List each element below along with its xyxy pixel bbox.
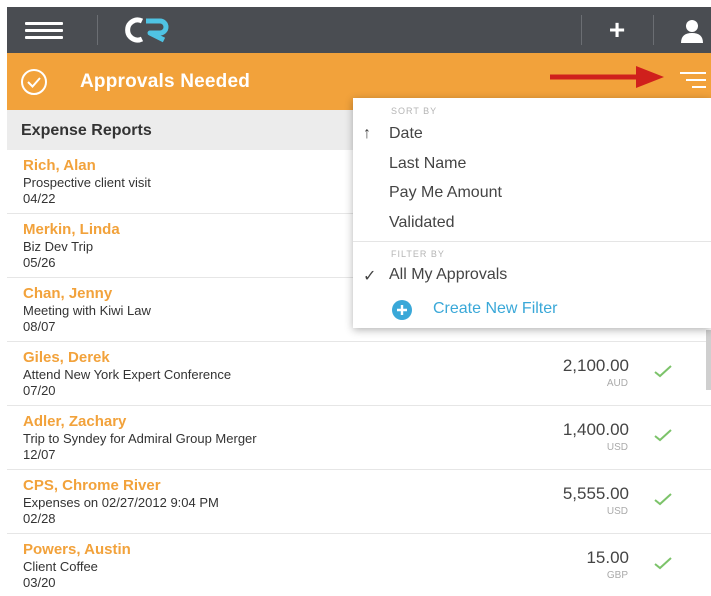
report-date: 04/22 <box>23 191 56 206</box>
expense-report-row[interactable]: CPS, Chrome River Expenses on 02/27/2012 … <box>7 470 711 534</box>
report-date: 03/20 <box>23 575 56 590</box>
sort-option-last-name[interactable]: Last Name <box>389 155 466 173</box>
report-description: Attend New York Expert Conference <box>23 367 232 382</box>
report-date: 08/07 <box>23 319 56 334</box>
report-date: 05/26 <box>23 255 56 270</box>
report-date: 12/07 <box>23 447 56 462</box>
report-description: Prospective client visit <box>23 175 151 190</box>
create-new-filter-link[interactable]: Create New Filter <box>433 300 557 318</box>
report-amount: 1,400.00 <box>562 420 629 439</box>
checkmark-icon: ✓ <box>363 268 377 285</box>
report-amount: 5,555.00 <box>562 484 629 503</box>
approve-check-icon[interactable] <box>653 555 673 571</box>
arrow-up-icon: ↑ <box>363 125 371 142</box>
chrome-river-logo <box>125 17 169 43</box>
employee-name: Chan, Jenny <box>23 285 113 302</box>
report-amount: 15.00 <box>586 548 629 567</box>
user-profile-icon[interactable] <box>677 17 707 45</box>
check-circle-icon <box>21 69 47 95</box>
approve-check-icon[interactable] <box>653 363 673 379</box>
employee-name: Rich, Alan <box>23 157 96 174</box>
employee-name: Merkin, Linda <box>23 221 120 238</box>
filter-by-label: FILTER BY <box>391 249 445 259</box>
scrollbar[interactable] <box>706 330 711 390</box>
employee-name: Powers, Austin <box>23 541 131 558</box>
sort-filter-dropdown: SORT BY ↑ Date Last Name Pay Me Amount V… <box>353 98 711 328</box>
employee-name: CPS, Chrome River <box>23 477 161 494</box>
report-amount: 2,100.00 <box>562 356 629 375</box>
report-description: Biz Dev Trip <box>23 239 94 254</box>
report-description: Expenses on 02/27/2012 9:04 PM <box>23 495 219 510</box>
filter-option-all-my-approvals[interactable]: All My Approvals <box>389 266 507 284</box>
report-currency: USD <box>606 442 628 453</box>
toolbar-divider <box>653 15 654 45</box>
report-currency: USD <box>606 506 628 517</box>
approve-check-icon[interactable] <box>653 491 673 507</box>
toolbar-divider <box>97 15 98 45</box>
section-title: Expense Reports <box>21 122 152 139</box>
report-currency: GBP <box>606 570 628 581</box>
sort-by-label: SORT BY <box>391 106 438 116</box>
expense-report-row[interactable]: Powers, Austin Client Coffee 03/20 15.00 GBP <box>7 534 711 596</box>
annotation-arrow-icon <box>550 66 664 88</box>
report-description: Trip to Syndey for Admiral Group Merger <box>23 431 257 446</box>
top-app-bar: + <box>7 7 711 53</box>
sort-option-pay-me-amount[interactable]: Pay Me Amount <box>389 184 502 202</box>
toolbar-divider <box>581 15 582 45</box>
page-title: Approvals Needed <box>80 71 251 92</box>
plus-circle-icon[interactable] <box>391 299 413 321</box>
sort-option-validated[interactable]: Validated <box>389 214 455 232</box>
employee-name: Adler, Zachary <box>23 413 127 430</box>
sort-filter-icon[interactable] <box>678 72 706 92</box>
report-description: Meeting with Kiwi Law <box>23 303 151 318</box>
expense-report-row[interactable]: Giles, Derek Attend New York Expert Confe… <box>7 342 711 406</box>
report-currency: AUD <box>606 378 628 389</box>
add-button[interactable]: + <box>599 15 635 45</box>
expense-report-row[interactable]: Adler, Zachary Trip to Syndey for Admiral… <box>7 406 711 470</box>
report-date: 02/28 <box>23 511 56 526</box>
sort-option-date[interactable]: Date <box>389 125 423 143</box>
approve-check-icon[interactable] <box>653 427 673 443</box>
hamburger-menu-icon[interactable] <box>25 22 63 40</box>
report-date: 07/20 <box>23 383 56 398</box>
report-description: Client Coffee <box>23 559 98 574</box>
employee-name: Giles, Derek <box>23 349 110 366</box>
dropdown-divider <box>353 241 711 242</box>
